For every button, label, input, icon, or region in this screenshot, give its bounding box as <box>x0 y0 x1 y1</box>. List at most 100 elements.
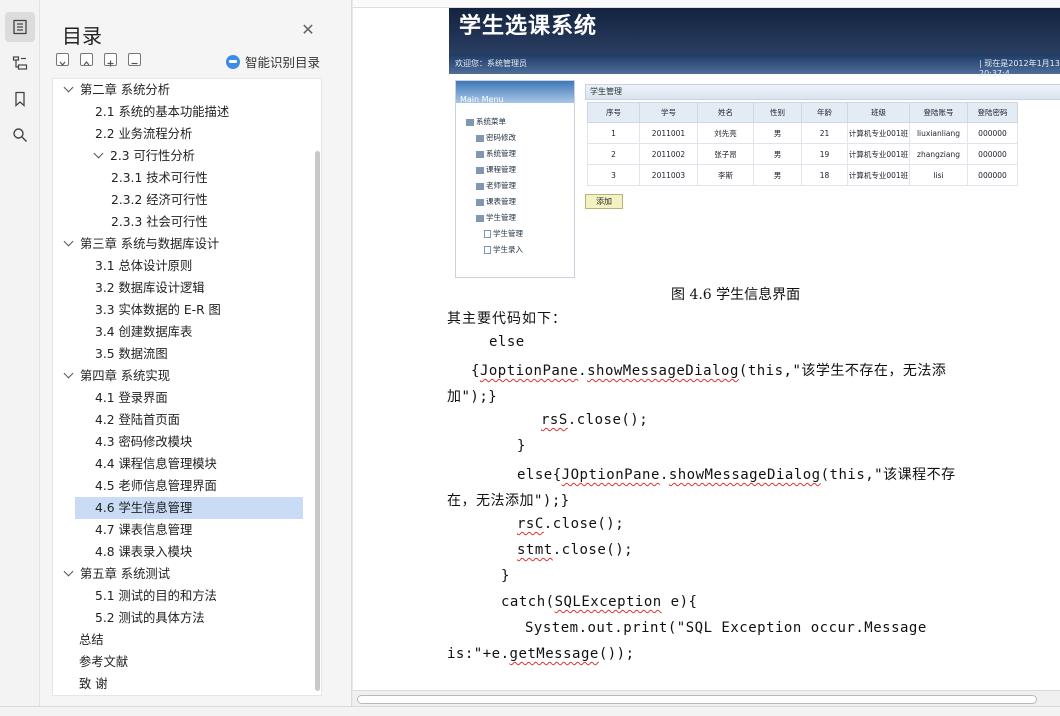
figure-tree-item: 老师管理 <box>476 179 516 193</box>
figure-column-header: 性别 <box>753 102 802 123</box>
chevron-down-icon[interactable] <box>63 82 74 93</box>
toc-item-label: 3.2 数据库设计逻辑 <box>95 281 205 295</box>
code-line: {JoptionPane.showMessageDialog(this,"该学生… <box>471 360 946 380</box>
code-token: getMessage <box>509 646 599 662</box>
table-row: 1 2011001 刘先亮男 21 计算机专业001班 liuxianliang 00000… <box>587 122 1018 144</box>
toc-item[interactable]: 5.2 测试的具体方法 <box>95 607 205 629</box>
collapse-all-button[interactable] <box>56 53 69 66</box>
toc-item[interactable]: 4.7 课表信息管理 <box>95 519 192 541</box>
figure-system-title: 学生选课系统 <box>459 14 598 39</box>
toc-item[interactable]: 2.3 可行性分析 <box>93 145 195 167</box>
outline-view-button[interactable] <box>5 48 35 78</box>
code-token: else{ <box>517 467 562 483</box>
toc-item-label: 2.3.1 技术可行性 <box>111 171 208 185</box>
search-button[interactable] <box>5 120 35 150</box>
toc-item-label: 4.2 登陆首页面 <box>95 413 180 427</box>
toc-item[interactable]: 2.1 系统的基本功能描述 <box>95 101 229 123</box>
code-line: 加");} <box>447 389 498 405</box>
toc-item[interactable]: 5.1 测试的目的和方法 <box>95 585 217 607</box>
document-page[interactable]: 学生选课系统 欢迎您：系统管理员 | 现在是2012年1月13日 20:37:4… <box>353 8 1060 690</box>
toc-item-label: 3.4 创建数据库表 <box>95 325 193 339</box>
table-cell: 计算机专业001班 <box>847 122 910 144</box>
smart-recognize-toc-button[interactable]: 智能识别目录 <box>226 52 320 71</box>
code-token: catch( <box>501 594 555 610</box>
toc-item[interactable]: 3.3 实体数据的 E-R 图 <box>95 299 221 321</box>
toc-item-label: 总结 <box>79 633 104 647</box>
toc-item[interactable]: 致 谢 <box>79 673 108 695</box>
horizontal-scroll-thumb[interactable] <box>357 695 1037 704</box>
toc-item-label: 2.3.3 社会可行性 <box>111 215 208 229</box>
add-heading-button[interactable] <box>104 53 117 67</box>
toc-scrollbar[interactable] <box>315 151 320 691</box>
folder-icon <box>476 150 484 158</box>
figure-panel-title: 学生管理 <box>585 84 1060 100</box>
toc-item[interactable]: 4.2 登陆首页面 <box>95 409 180 431</box>
minus-icon <box>131 62 138 65</box>
table-cell: 男 <box>753 164 802 186</box>
toc-item-selected[interactable]: 4.6 学生信息管理 <box>75 497 303 519</box>
status-bar <box>0 706 1060 716</box>
code-line: } <box>501 568 510 584</box>
code-token: .close(); <box>567 412 649 428</box>
chevron-down-icon[interactable] <box>63 236 74 247</box>
toc-item[interactable]: 第五章 系统测试 <box>63 563 170 585</box>
toc-item[interactable]: 3.5 数据流图 <box>95 343 168 365</box>
toc-item[interactable]: 3.4 创建数据库表 <box>95 321 192 343</box>
table-cell: 18 <box>801 164 848 186</box>
table-cell: 000000 <box>967 122 1018 144</box>
chevron-down-icon[interactable] <box>93 148 104 159</box>
chevron-down-icon[interactable] <box>63 368 74 379</box>
chevron-down-icon[interactable] <box>63 566 74 577</box>
chevron-up-icon <box>83 61 90 66</box>
toc-item[interactable]: 第二章 系统分析 <box>63 79 170 101</box>
table-cell: 3 <box>587 164 640 186</box>
toc-item-label: 参考文献 <box>79 655 129 669</box>
toc-item[interactable]: 3.1 总体设计原则 <box>95 255 192 277</box>
figure-column-header: 班级 <box>847 102 910 123</box>
toc-item[interactable]: 2.3.3 社会可行性 <box>111 211 208 233</box>
toc-item[interactable]: 第三章 系统与数据库设计 <box>63 233 219 255</box>
toc-item[interactable]: 第四章 系统实现 <box>63 365 170 387</box>
table-cell: 1 <box>587 122 640 144</box>
toc-item[interactable]: 总结 <box>79 629 104 651</box>
code-line: stmt.close(); <box>517 542 633 558</box>
folder-icon <box>476 182 484 190</box>
toc-item[interactable]: 参考文献 <box>79 651 128 673</box>
figure-tree-item: 课表管理 <box>476 195 516 209</box>
code-line: is:"+e.getMessage()); <box>447 646 635 662</box>
figure-student-panel: 学生管理 序号 学号 姓名 性别 年龄 班级 登陆账号 登陆密码 1 2011001 刘先亮男 21… <box>585 84 1060 224</box>
table-cell: 李斯 <box>697 164 754 186</box>
figure-student-info-screenshot: 学生选课系统 欢迎您：系统管理员 | 现在是2012年1月13日 20:37:4… <box>449 8 1060 280</box>
toc-item-label: 4.6 学生信息管理 <box>95 501 193 515</box>
expand-up-button[interactable] <box>80 53 93 66</box>
toc-item[interactable]: 2.3.2 经济可行性 <box>111 189 208 211</box>
toc-item[interactable]: 2.3.1 技术可行性 <box>111 167 208 189</box>
table-cell: 000000 <box>967 164 1018 186</box>
toc-item-label: 第二章 系统分析 <box>80 83 170 97</box>
code-line: rsC.close(); <box>517 516 624 532</box>
table-cell: 2011002 <box>639 143 698 165</box>
toc-view-button[interactable] <box>5 12 35 42</box>
figure-column-header: 登陆账号 <box>909 102 968 123</box>
remove-heading-button[interactable] <box>128 53 141 66</box>
toc-item-label: 5.2 测试的具体方法 <box>95 611 205 625</box>
figure-student-table: 序号 学号 姓名 性别 年龄 班级 登陆账号 登陆密码 1 2011001 刘先亮男 21 计算机专业… <box>587 102 1018 186</box>
table-cell: 2011001 <box>639 122 698 144</box>
figure-column-header: 年龄 <box>801 102 848 123</box>
code-token: stmt <box>517 542 553 558</box>
toc-item[interactable]: 4.1 登录界面 <box>95 387 168 409</box>
table-cell: 2 <box>587 143 640 165</box>
toc-item[interactable]: 4.3 密码修改模块 <box>95 431 192 453</box>
toc-item-label: 3.1 总体设计原则 <box>95 259 193 273</box>
table-cell: 刘先亮 <box>697 122 754 144</box>
close-icon[interactable]: ✕ <box>300 22 316 38</box>
bookmark-button[interactable] <box>5 84 35 114</box>
toc-item[interactable]: 4.4 课程信息管理模块 <box>95 453 217 475</box>
code-token: showMessageDialog <box>587 363 739 379</box>
toc-item[interactable]: 4.5 老师信息管理界面 <box>95 475 217 497</box>
horizontal-scrollbar[interactable] <box>353 690 1060 706</box>
toc-item[interactable]: 2.2 业务流程分析 <box>95 123 192 145</box>
toc-item[interactable]: 3.2 数据库设计逻辑 <box>95 277 205 299</box>
folder-icon <box>476 134 484 142</box>
toc-item[interactable]: 4.8 课表录入模块 <box>95 541 192 563</box>
